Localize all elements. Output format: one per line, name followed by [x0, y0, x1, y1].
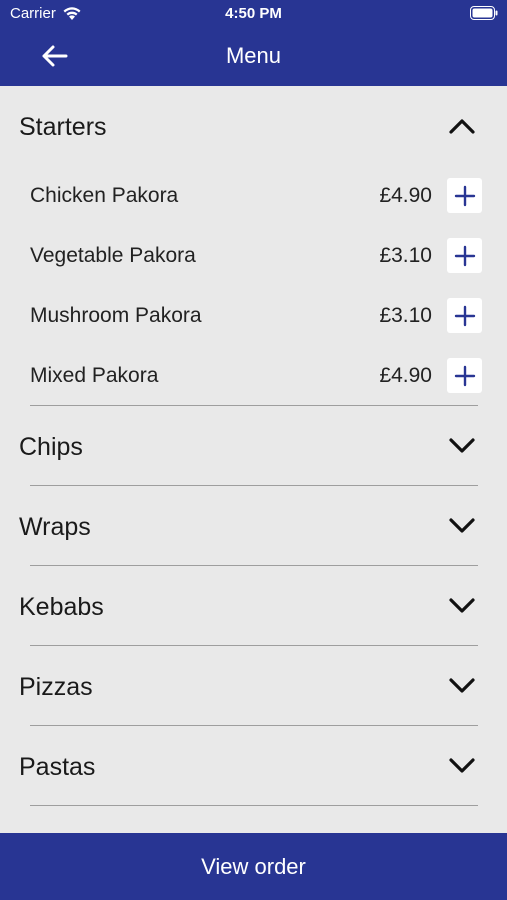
category-label: Pizzas — [19, 673, 93, 701]
category-label: Pastas — [19, 753, 96, 781]
app-header: Carrier 4:50 PM Menu — [0, 0, 507, 86]
chevron-down-icon — [449, 438, 475, 453]
page-title: Menu — [225, 43, 282, 68]
add-item-button[interactable] — [447, 298, 482, 333]
category-header-chips[interactable]: Chips — [0, 406, 507, 486]
item-price: £4.90 — [379, 364, 432, 387]
item-name: Mixed Pakora — [30, 364, 159, 387]
view-order-button[interactable]: View order — [0, 833, 507, 900]
plus-icon — [454, 185, 475, 206]
status-time: 4:50 PM — [225, 5, 282, 22]
chevron-down-icon — [449, 598, 475, 613]
category-label: Wraps — [19, 513, 91, 541]
menu-list: Starters Chicken Pakora £4.90 Vegetable … — [0, 86, 507, 833]
category-header-pizzas[interactable]: Pizzas — [0, 646, 507, 726]
item-price: £3.10 — [379, 304, 432, 327]
chevron-down-icon — [449, 518, 475, 533]
item-name: Chicken Pakora — [30, 184, 179, 207]
add-item-button[interactable] — [447, 358, 482, 393]
category-label: Starters — [19, 113, 107, 141]
divider — [30, 805, 478, 806]
item-price: £3.10 — [379, 244, 432, 267]
chevron-down-icon — [449, 678, 475, 693]
item-name: Mushroom Pakora — [30, 304, 202, 327]
category-label: Chips — [19, 433, 83, 461]
navigation-bar: Menu — [0, 28, 507, 86]
category-header-kebabs[interactable]: Kebabs — [0, 566, 507, 646]
menu-item: Mixed Pakora £4.90 — [0, 346, 507, 406]
chevron-down-icon — [449, 758, 475, 773]
plus-icon — [454, 305, 475, 326]
plus-icon — [454, 365, 475, 386]
menu-item: Vegetable Pakora £3.10 — [0, 226, 507, 286]
plus-icon — [454, 245, 475, 266]
chevron-up-icon — [449, 119, 475, 134]
battery-icon — [470, 6, 498, 20]
category-header-starters[interactable]: Starters — [0, 86, 507, 166]
add-item-button[interactable] — [447, 178, 482, 213]
category-header-pastas[interactable]: Pastas — [0, 726, 507, 806]
category-label: Kebabs — [19, 593, 104, 621]
add-item-button[interactable] — [447, 238, 482, 273]
category-header-wraps[interactable]: Wraps — [0, 486, 507, 566]
status-bar: Carrier 4:50 PM — [0, 0, 507, 28]
item-price: £4.90 — [379, 184, 432, 207]
item-name: Vegetable Pakora — [30, 244, 196, 267]
menu-item: Chicken Pakora £4.90 — [0, 166, 507, 226]
menu-item: Mushroom Pakora £3.10 — [0, 286, 507, 346]
